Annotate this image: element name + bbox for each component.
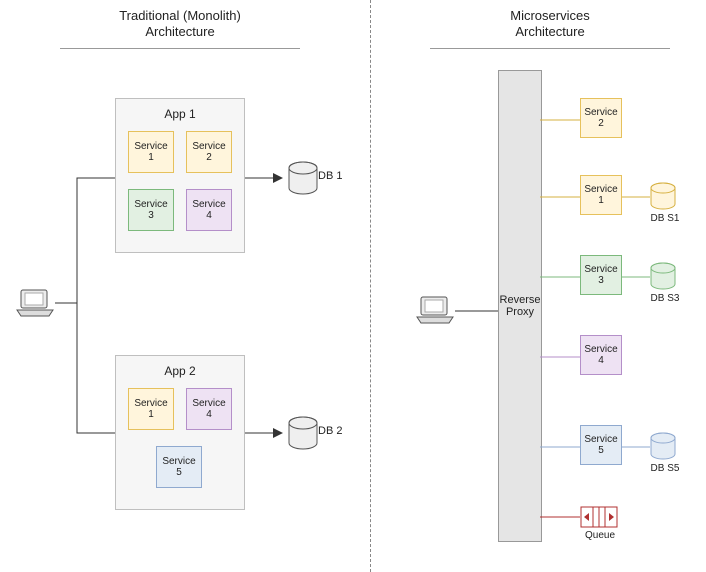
connector-svc5-db xyxy=(622,444,650,450)
app1-service1: Service 1 xyxy=(128,131,174,173)
db-s3-label: DB S3 xyxy=(648,293,682,304)
ms-service4: Service 4 xyxy=(580,335,622,375)
laptop-icon xyxy=(15,288,55,318)
app2-box: App 2 Service 1 Service 4 Service 5 xyxy=(115,355,245,510)
db2-icon xyxy=(285,416,321,452)
title-monolith-underline xyxy=(60,48,300,49)
db1-icon xyxy=(285,161,321,197)
app1-service4: Service 4 xyxy=(186,189,232,231)
connector-proxy-svc3 xyxy=(540,274,580,280)
title-microservices: Microservices Architecture xyxy=(430,8,670,41)
title-microservices-line1: Microservices xyxy=(510,8,589,23)
app1-service2: Service 2 xyxy=(186,131,232,173)
title-microservices-underline xyxy=(430,48,670,49)
vertical-divider xyxy=(370,0,371,572)
db-s5-label: DB S5 xyxy=(648,463,682,474)
arrow-app1-db1 xyxy=(245,168,285,188)
app2-service1: Service 1 xyxy=(128,388,174,430)
arrow-app2-db2 xyxy=(245,423,285,443)
laptop-icon-right xyxy=(415,295,455,325)
ms-service3: Service 3 xyxy=(580,255,622,295)
reverse-proxy-box: Reverse Proxy xyxy=(498,70,542,542)
connector-proxy-svc5 xyxy=(540,444,580,450)
title-monolith: Traditional (Monolith) Architecture xyxy=(60,8,300,41)
title-monolith-line1: Traditional (Monolith) xyxy=(119,8,241,23)
db2-label: DB 2 xyxy=(318,425,342,437)
db1-label: DB 1 xyxy=(318,170,342,182)
title-monolith-line2: Architecture xyxy=(145,24,214,39)
queue-label: Queue xyxy=(582,530,618,541)
ms-service5: Service 5 xyxy=(580,425,622,465)
connector-proxy-svc4 xyxy=(540,354,580,360)
app1-box: App 1 Service 1 Service 2 Service 3 Serv… xyxy=(115,98,245,253)
db-s3-icon xyxy=(648,262,678,292)
app2-service5: Service 5 xyxy=(156,446,202,488)
title-microservices-line2: Architecture xyxy=(515,24,584,39)
ms-service2: Service 2 xyxy=(580,98,622,138)
connector-svc3-db xyxy=(622,274,650,280)
connector-laptop-proxy xyxy=(455,306,500,316)
db-s5-icon xyxy=(648,432,678,462)
app1-service3: Service 3 xyxy=(128,189,174,231)
app2-label: App 2 xyxy=(116,364,244,378)
ms-service1: Service 1 xyxy=(580,175,622,215)
app1-label: App 1 xyxy=(116,107,244,121)
connector-proxy-svc2 xyxy=(540,117,580,123)
connector-proxy-queue xyxy=(540,514,580,520)
connector-proxy-svc1 xyxy=(540,194,580,200)
app2-service4: Service 4 xyxy=(186,388,232,430)
db-s1-label: DB S1 xyxy=(648,213,682,224)
diagram-canvas: Traditional (Monolith) Architecture Micr… xyxy=(0,0,706,572)
db-s1-icon xyxy=(648,182,678,212)
queue-icon xyxy=(580,506,618,528)
connector-svc1-db xyxy=(622,194,650,200)
